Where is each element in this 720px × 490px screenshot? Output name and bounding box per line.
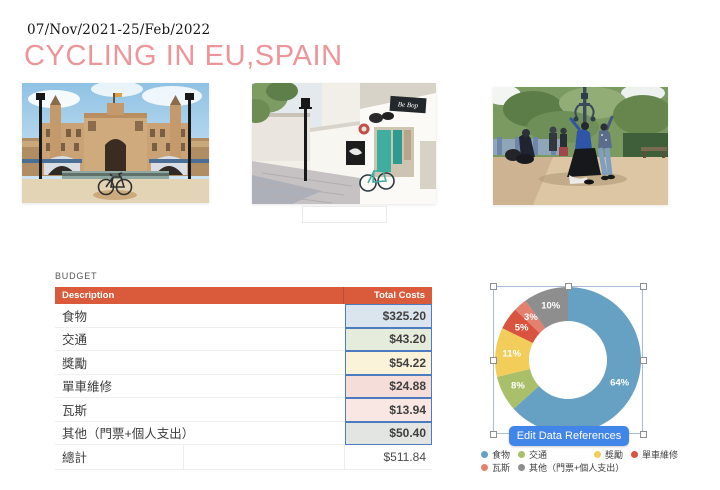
legend-label: 瓦斯 [492,461,510,474]
legend-label: 食物 [492,448,510,461]
photo-park-dancers[interactable] [493,87,668,205]
page-title: CYCLING IN EU,SPAIN [24,40,343,73]
value-cell[interactable]: $325.20 [345,304,432,328]
slice-percent-label: 5% [515,322,529,333]
legend-item-瓦斯[interactable]: 瓦斯 [481,461,510,474]
street-illustration: Be Bop [252,83,436,204]
shop-sign-text: Be Bop [398,100,419,109]
legend-item-單車維修[interactable]: 單車維修 [631,448,678,461]
slice-percent-label: 11% [503,348,522,359]
legend-label: 交通 [529,448,547,461]
slice-percent-label: 64% [610,378,630,389]
table-row: 交通$43.20 [55,328,432,352]
table-row-total: 總計 $511.84 [55,445,432,470]
photo-plaza-espana[interactable] [22,83,209,203]
slide-canvas: 07/Nov/2021-25/Feb/2022 CYCLING IN EU,SP… [0,0,720,490]
legend-dot-icon [481,464,488,471]
table-row: 獎勵$54.22 [55,351,432,375]
total-value-cell[interactable]: $511.84 [345,445,432,469]
description-cell[interactable]: 其他（門票+個人支出） [55,422,345,446]
chart-legend: 食物 交通 獎勵 單車維修瓦斯 其他（門票+個人支出） [481,448,678,474]
selection-handle[interactable] [640,283,647,290]
table-row: 食物$325.20 [55,304,432,328]
total-middle-cell[interactable] [183,445,345,469]
legend-row: 瓦斯 其他（門票+個人支出） [481,461,678,474]
legend-label: 獎勵 [605,448,623,461]
budget-table: Description Total Costs 食物$325.20交通$43.2… [55,287,432,470]
legend-item-獎勵[interactable]: 獎勵 [594,448,623,461]
description-cell[interactable]: 食物 [55,304,345,328]
legend-item-其他（門票+個人支出）[interactable]: 其他（門票+個人支出） [518,461,624,474]
slice-percent-label: 10% [541,301,561,312]
caption-box[interactable] [302,206,387,223]
plaza-illustration [22,83,209,203]
table-body: 食物$325.20交通$43.20獎勵$54.22單車維修$24.88瓦斯$13… [55,304,432,445]
description-cell[interactable]: 單車維修 [55,375,345,399]
edit-data-references-button[interactable]: Edit Data References [509,426,629,446]
legend-dot-icon [518,451,525,458]
legend-label: 單車維修 [642,448,678,461]
budget-section-label: BUDGET [55,271,97,281]
selection-handle[interactable] [490,431,497,438]
legend-label: 其他（門票+個人支出） [529,461,624,474]
column-header-description[interactable]: Description [55,287,344,304]
table-row: 其他（門票+個人支出）$50.40 [55,422,432,446]
table-row: 單車維修$24.88 [55,375,432,399]
selection-handle[interactable] [490,283,497,290]
table-row: 瓦斯$13.94 [55,398,432,422]
total-label-cell[interactable]: 總計 [55,445,183,469]
photo-street-scene[interactable]: Be Bop [252,83,436,204]
legend-dot-icon [481,451,488,458]
description-cell[interactable]: 瓦斯 [55,398,345,422]
value-cell[interactable]: $50.40 [345,422,432,446]
legend-dot-icon [594,451,601,458]
date-range: 07/Nov/2021-25/Feb/2022 [27,22,210,38]
slice-percent-label: 8% [511,381,525,392]
selection-handle[interactable] [640,357,647,364]
column-header-total-costs[interactable]: Total Costs [344,287,431,304]
donut-chart[interactable]: 64%8%11%5%3%10% [488,280,648,440]
legend-item-交通[interactable]: 交通 [518,448,547,461]
legend-item-食物[interactable]: 食物 [481,448,510,461]
value-cell[interactable]: $13.94 [345,398,432,422]
description-cell[interactable]: 交通 [55,328,345,352]
selection-handle[interactable] [640,431,647,438]
table-header-row: Description Total Costs [55,287,432,304]
value-cell[interactable]: $54.22 [345,351,432,375]
selection-handle[interactable] [565,283,572,290]
park-illustration [493,87,668,205]
legend-dot-icon [518,464,525,471]
description-cell[interactable]: 獎勵 [55,351,345,375]
value-cell[interactable]: $24.88 [345,375,432,399]
value-cell[interactable]: $43.20 [345,328,432,352]
selection-handle[interactable] [490,357,497,364]
legend-dot-icon [631,451,638,458]
legend-row: 食物 交通 獎勵 單車維修 [481,448,678,461]
